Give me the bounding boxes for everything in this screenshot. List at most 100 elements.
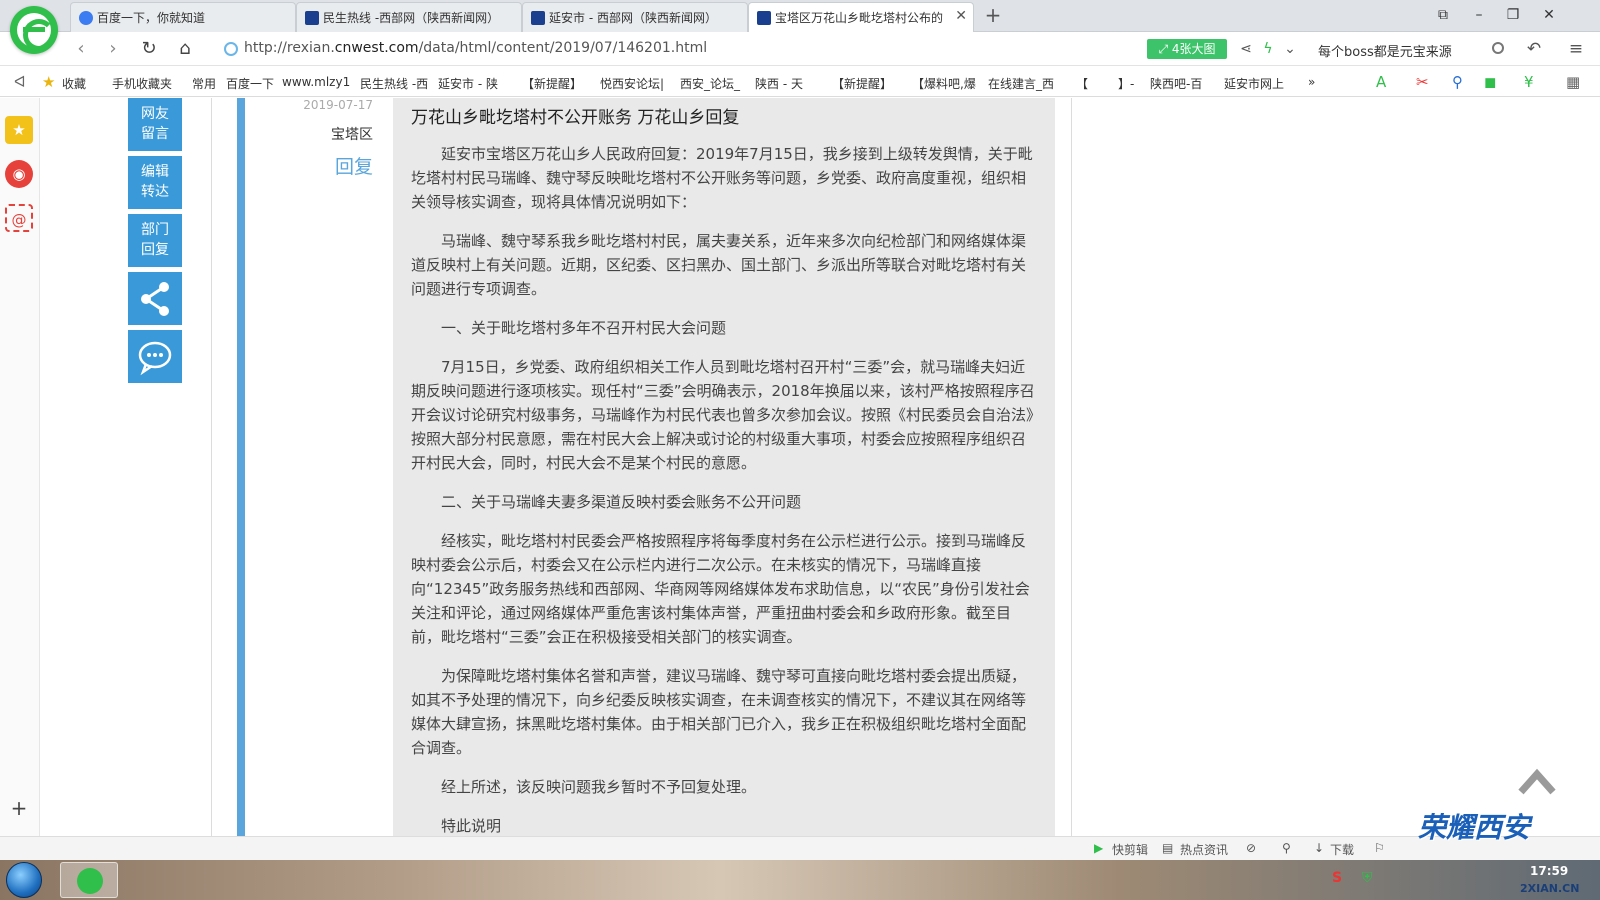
chat-icon[interactable]	[128, 330, 182, 383]
search-text: 每个boss都是元宝来源	[1318, 45, 1452, 60]
skin-icon[interactable]: ⧉	[1430, 4, 1456, 26]
reply-district: 宝塔区	[331, 127, 373, 143]
cnwest-icon	[305, 11, 319, 25]
new-tab-button[interactable]: +	[982, 3, 1004, 27]
cnwest-icon	[531, 11, 545, 25]
clock[interactable]: 17:59	[1530, 864, 1568, 878]
tab-active-article[interactable]: 宝塔区万花山乡毗圪塔村公布的 ✕	[748, 2, 974, 33]
bookmark-item[interactable]: 延安市 - 陕	[438, 75, 498, 92]
tab-label: 延安市 - 西部网（陕西新闻网）	[549, 11, 717, 25]
button-label: 回复	[141, 242, 169, 258]
back-arrow-icon[interactable]: ‹	[70, 38, 92, 60]
taskbar: S ⛨ 17:59	[0, 860, 1600, 900]
bookmark-item[interactable]: 收藏	[62, 75, 86, 92]
department-reply-button[interactable]: 部门 回复	[128, 214, 182, 267]
bookmark-item[interactable]: 民生热线 -西	[360, 75, 428, 92]
tab-baidu[interactable]: 百度一下，你就知道	[70, 2, 296, 32]
bookmark-item[interactable]: 陕西吧-百	[1150, 75, 1202, 92]
tab-label: 宝塔区万花山乡毗圪塔村公布的	[775, 11, 944, 25]
money-icon[interactable]: ¥	[1524, 73, 1534, 91]
url-host: cnwest.com	[334, 40, 419, 56]
close-icon[interactable]: ✕	[955, 8, 967, 24]
menu-icon[interactable]: ≡	[1566, 39, 1586, 59]
button-label: 留言	[141, 126, 169, 142]
back-to-top-icon[interactable]	[1517, 766, 1557, 796]
section-heading: 一、关于毗圪塔村多年不召开村民大会问题	[441, 319, 727, 337]
taskbar-browser-button[interactable]	[60, 862, 118, 898]
hot-news-link[interactable]: 热点资讯	[1180, 841, 1228, 858]
cnwest-icon	[757, 11, 771, 25]
close-window-button[interactable]: ✕	[1536, 4, 1562, 26]
bookmark-item[interactable]: 在线建言_西	[988, 75, 1054, 92]
netizen-message-button[interactable]: 网友 留言	[128, 98, 182, 151]
bookmark-item[interactable]: 常用	[192, 75, 216, 92]
quick-edit-link[interactable]: 快剪辑	[1112, 841, 1148, 858]
bookmark-item[interactable]: 陕西 - 天	[755, 75, 803, 92]
bookmark-item[interactable]: 【爆料吧,爆	[912, 75, 976, 92]
scissors-icon[interactable]: ✂	[1416, 73, 1429, 91]
bookmark-item[interactable]: 【新提醒】	[832, 75, 892, 92]
weibo-icon[interactable]: ◉	[5, 160, 33, 188]
tab-minsheng[interactable]: 民生热线 -西部网（陕西新闻网）	[296, 2, 522, 32]
accelerate-icon[interactable]: ⊘	[1246, 841, 1256, 855]
favorites-star-icon[interactable]: ★	[5, 116, 33, 144]
search-icon[interactable]	[1492, 42, 1504, 54]
email-icon[interactable]: @	[5, 204, 33, 232]
reply-label: 回复	[334, 156, 373, 178]
bookmark-item[interactable]: 西安_论坛_	[680, 75, 740, 92]
search-input[interactable]: 每个boss都是元宝来源	[1310, 36, 1510, 62]
bookmark-item[interactable]: www.mlzy1	[282, 75, 350, 89]
bookmarks-bar: ᐊ ★ 收藏 手机收藏夹 常用 百度一下 www.mlzy1 民生热线 -西 延…	[0, 67, 1600, 97]
browser-icon	[77, 868, 103, 894]
bookmark-item[interactable]: 【新提醒】	[522, 75, 582, 92]
flag-icon[interactable]: ⚐	[1374, 841, 1385, 855]
undo-icon[interactable]: ↶	[1524, 39, 1544, 59]
add-sidebar-icon[interactable]: +	[5, 794, 33, 822]
bookmark-item[interactable]: 悦西安论坛|	[600, 75, 664, 92]
refresh-icon[interactable]: ↻	[138, 38, 160, 60]
download-icon: ↓	[1314, 841, 1325, 855]
home-icon[interactable]: ⌂	[174, 38, 196, 60]
section-heading: 二、关于马瑞峰夫妻多渠道反映村委会账务不公开问题	[441, 493, 802, 511]
game-icon[interactable]: ◼	[1484, 73, 1496, 91]
bookmark-item[interactable]: 】-	[1118, 75, 1134, 92]
big-image-button[interactable]: ⤢ 4张大图	[1147, 39, 1227, 59]
pin-icon[interactable]: ⚲	[1282, 841, 1291, 855]
paragraph: 为保障毗圪塔村集体名誉和声誉，建议马瑞峰、魏守琴可直接向毗圪塔村委会提出质疑，如…	[411, 667, 1027, 757]
more-bookmarks[interactable]: »	[1308, 75, 1315, 89]
url-prefix: http://rexian.	[244, 40, 335, 56]
address-bar[interactable]: http://rexian.cnwest.com/data/html/conte…	[218, 36, 1148, 62]
start-button[interactable]	[6, 862, 42, 898]
bookmark-item[interactable]: 手机收藏夹	[112, 75, 172, 92]
collapse-sidebar-icon[interactable]: ᐊ	[14, 73, 26, 91]
button-label: 部门	[141, 222, 169, 238]
share-icon[interactable]	[128, 272, 182, 325]
download-link[interactable]: 下载	[1330, 841, 1354, 858]
share-small-icon[interactable]: ⋖	[1236, 39, 1256, 59]
column-divider	[1071, 98, 1072, 836]
input-method-icon[interactable]: S	[1332, 870, 1342, 886]
bookmark-item[interactable]: 【	[1076, 75, 1088, 92]
forward-arrow-icon[interactable]: ›	[102, 38, 124, 60]
translate-icon[interactable]: A	[1376, 73, 1386, 91]
page-info-icon[interactable]	[224, 42, 238, 56]
bookmark-item[interactable]: 延安市网上	[1224, 75, 1284, 92]
browser-logo-icon[interactable]	[10, 6, 58, 54]
tab-yanan[interactable]: 延安市 - 西部网（陕西新闻网）	[522, 2, 748, 32]
tab-label: 百度一下，你就知道	[97, 11, 206, 25]
chevron-down-icon[interactable]: ⌄	[1280, 39, 1300, 59]
reply-content: 万花山乡毗圪塔村不公开账务 万花山乡回复 延安市宝塔区万花山乡人民政府回复：20…	[393, 98, 1055, 836]
bookmark-item[interactable]: 百度一下	[226, 75, 274, 92]
reply-title: 万花山乡毗圪塔村不公开账务 万花山乡回复	[411, 108, 740, 128]
paragraph: 7月15日，乡党委、政府组织相关工作人员到毗圪塔村召开村“三委”会，就马瑞峰夫妇…	[411, 358, 1035, 472]
left-sidebar: ★ ◉ @ +	[0, 98, 40, 836]
magnifier-icon[interactable]: ⚲	[1452, 73, 1463, 91]
restore-button[interactable]: ❐	[1500, 4, 1526, 26]
column-divider	[211, 98, 212, 836]
editor-forward-button[interactable]: 编辑 转达	[128, 156, 182, 209]
page-content: 网友 留言 编辑 转达 部门 回复 2019-07-17 宝塔区 回复 万花山乡…	[41, 98, 1582, 836]
lightning-icon[interactable]: ϟ	[1258, 39, 1278, 59]
security-shield-icon[interactable]: ⛨	[1362, 870, 1373, 886]
minimize-button[interactable]: –	[1466, 4, 1492, 26]
grid-icon[interactable]: ▦	[1566, 73, 1580, 91]
